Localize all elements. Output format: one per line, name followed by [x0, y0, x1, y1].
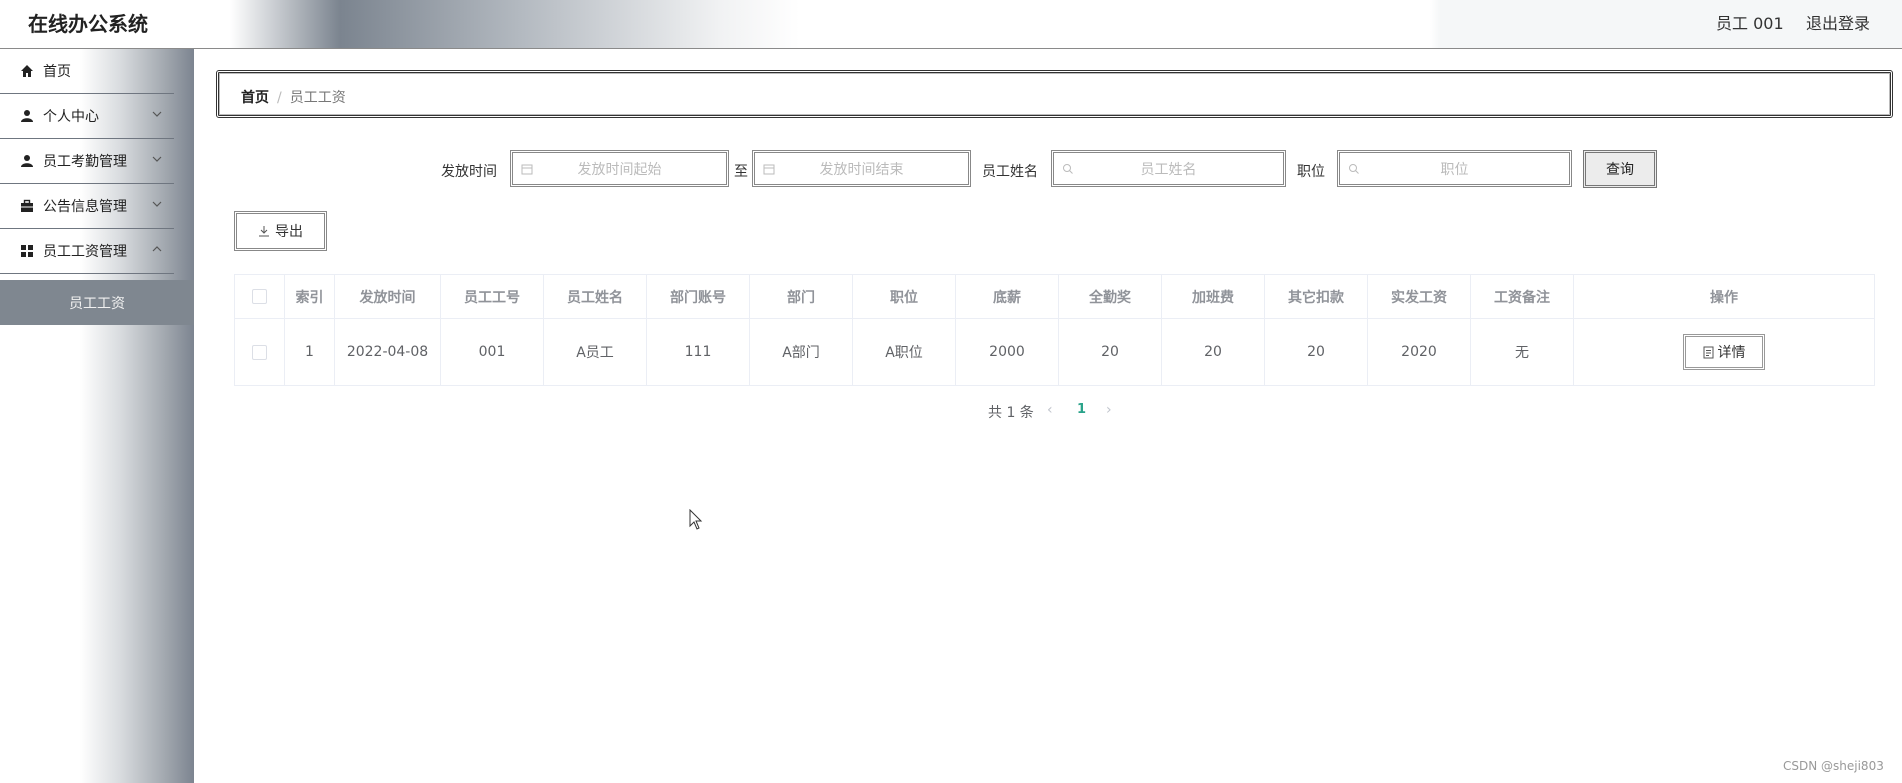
date-to-label: 至	[734, 164, 748, 180]
column-header: 职位	[853, 275, 956, 319]
sidebar-item-label: 员工工资管理	[43, 244, 127, 260]
column-header: 实发工资	[1368, 275, 1471, 319]
date-end-placeholder: 发放时间结束	[819, 161, 904, 178]
user-icon	[21, 110, 33, 122]
table-cell: 2000	[956, 319, 1059, 385]
sidebar-item-label: 公告信息管理	[43, 199, 127, 215]
name-input[interactable]: 员工姓名	[1051, 150, 1286, 187]
position-placeholder: 职位	[1440, 161, 1469, 178]
column-header: 部门账号	[647, 275, 750, 319]
table-cell: 20	[1162, 319, 1265, 385]
sidebar-item-label: 个人中心	[43, 109, 99, 125]
breadcrumb-home[interactable]: 首页	[241, 90, 269, 106]
position-label: 职位	[1297, 164, 1325, 180]
sidebar-item-notice[interactable]: 公告信息管理	[0, 184, 174, 229]
user-icon	[21, 155, 33, 167]
row-checkbox[interactable]	[252, 344, 267, 360]
table-cell: 111	[647, 319, 750, 385]
column-header: 发放时间	[335, 275, 441, 319]
table-cell: 2020	[1368, 319, 1471, 385]
row-select-cell	[235, 319, 285, 385]
table-cell: A职位	[853, 319, 956, 385]
name-placeholder: 员工姓名	[1140, 161, 1197, 178]
pagination-next[interactable]: ›	[1106, 402, 1112, 418]
briefcase-icon	[21, 199, 33, 212]
date-start-input[interactable]: 发放时间起始	[510, 150, 729, 187]
home-icon	[21, 65, 33, 77]
export-label: 导出	[275, 224, 303, 240]
chevron-down-icon	[152, 156, 162, 162]
calendar-icon	[763, 164, 775, 175]
date-label: 发放时间	[441, 164, 497, 180]
table-cell: 20	[1265, 319, 1368, 385]
date-start-placeholder: 发放时间起始	[577, 161, 662, 178]
breadcrumb-separator: /	[277, 90, 282, 106]
chevron-up-icon	[152, 246, 162, 252]
table-cell: 2022-04-08	[335, 319, 441, 385]
table-cell: 1	[285, 319, 335, 385]
current-user: 员工 001	[1716, 14, 1784, 33]
column-header: 其它扣款	[1265, 275, 1368, 319]
sidebar-item-profile[interactable]: 个人中心	[0, 94, 174, 139]
chevron-down-icon	[152, 111, 162, 117]
date-end-input[interactable]: 发放时间结束	[752, 150, 971, 187]
table-cell: 20	[1059, 319, 1162, 385]
detail-button[interactable]: 详情	[1683, 334, 1765, 370]
pagination-prev[interactable]: ‹	[1047, 402, 1053, 418]
table-cell: A员工	[544, 319, 647, 385]
header-select-all	[235, 275, 285, 319]
column-header: 部门	[750, 275, 853, 319]
sidebar-item-attendance[interactable]: 员工考勤管理	[0, 139, 174, 184]
pagination-page[interactable]: 1	[1077, 402, 1086, 417]
actions-cell: 详情	[1574, 319, 1874, 385]
column-header: 员工工号	[441, 275, 544, 319]
table-cell: 001	[441, 319, 544, 385]
column-header: 员工姓名	[544, 275, 647, 319]
name-label: 员工姓名	[982, 164, 1038, 180]
column-header: 工资备注	[1471, 275, 1574, 319]
export-button[interactable]: 导出	[234, 211, 327, 251]
mouse-cursor-icon	[689, 509, 703, 530]
chevron-down-icon	[152, 201, 162, 207]
salary-table: 索引 发放时间 员工工号 员工姓名 部门账号 部门 职位 底薪 全勤奖 加班费 …	[234, 274, 1875, 386]
breadcrumb-content: 首页 / 员工工资	[241, 87, 346, 107]
download-icon	[259, 226, 269, 237]
sidebar-item-label: 员工考勤管理	[43, 154, 127, 170]
column-header: 全勤奖	[1059, 275, 1162, 319]
table-cell: A部门	[750, 319, 853, 385]
select-all-checkbox[interactable]	[252, 289, 267, 304]
breadcrumb-current: 员工工资	[289, 90, 346, 106]
top-header: 在线办公系统 员工 001 退出登录	[0, 0, 1902, 49]
table-cell: 无	[1471, 319, 1574, 385]
app-title: 在线办公系统	[28, 12, 148, 36]
sidebar-item-salary[interactable]: 员工工资管理	[0, 229, 174, 274]
column-header: 底薪	[956, 275, 1059, 319]
search-icon	[1063, 164, 1073, 174]
document-icon	[1703, 346, 1713, 358]
sidebar-item-home[interactable]: 首页	[0, 49, 174, 94]
sidebar: 首页 个人中心 员工考勤管理 公告信息管理 员工工资管理 员工工资	[0, 49, 194, 783]
breadcrumb: 首页 / 员工工资	[216, 70, 1893, 118]
grid-icon	[21, 245, 33, 257]
logout-link[interactable]: 退出登录	[1806, 10, 1870, 34]
column-header: 加班费	[1162, 275, 1265, 319]
query-button[interactable]: 查询	[1583, 150, 1657, 188]
watermark: CSDN @sheji803	[1783, 759, 1884, 773]
search-icon	[1349, 164, 1359, 174]
column-header: 索引	[285, 275, 335, 319]
sidebar-subitem-salary[interactable]: 员工工资	[0, 280, 194, 325]
sidebar-item-label: 首页	[43, 64, 71, 80]
detail-label: 详情	[1717, 345, 1746, 361]
column-header: 操作	[1574, 275, 1874, 319]
pagination-total: 共 1 条	[988, 405, 1034, 421]
calendar-icon	[521, 164, 533, 175]
position-input[interactable]: 职位	[1337, 150, 1572, 187]
